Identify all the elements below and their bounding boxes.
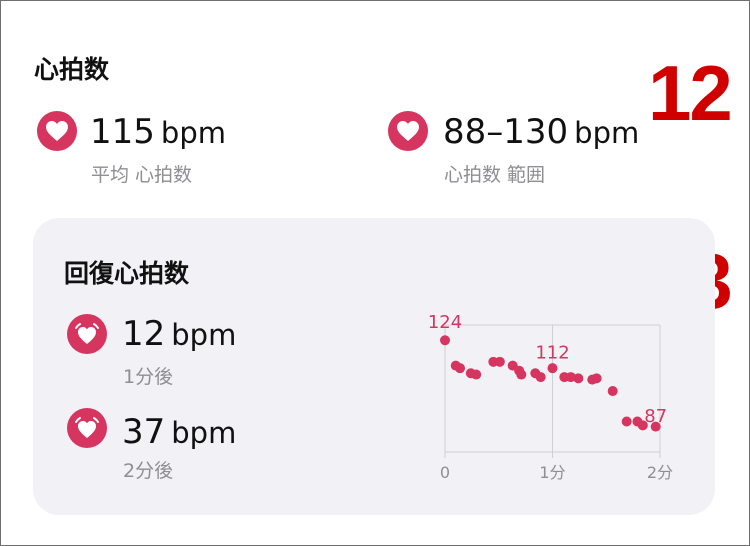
chart-data-label: 112 bbox=[535, 343, 569, 364]
heart-recovery-icon bbox=[67, 314, 107, 354]
heart-rate-range-icon-wrap bbox=[388, 111, 428, 151]
recovery-2min-value: 37 bpm bbox=[122, 412, 236, 452]
recovery-1min-icon-wrap bbox=[67, 314, 107, 354]
chart-x-tick-label: 1分 bbox=[539, 463, 565, 482]
recovery-heart-rate-title: 回復心拍数 bbox=[64, 259, 190, 288]
heart-recovery-icon bbox=[67, 408, 107, 448]
heart-rate-range-unit: bpm bbox=[574, 116, 640, 150]
recovery-1min-unit: bpm bbox=[171, 318, 237, 352]
recovery-1min-number: 12 bbox=[122, 314, 166, 354]
chart-point bbox=[607, 386, 618, 397]
recovery-1min-value: 12 bpm bbox=[122, 314, 236, 354]
average-heart-rate-number: 115 bbox=[90, 112, 155, 152]
chart-x-tick-label: 2分 bbox=[647, 463, 673, 482]
recovery-scatter-chart: 0 1分 2分 124 112 87 bbox=[428, 312, 673, 482]
average-heart-rate-icon-wrap bbox=[37, 111, 77, 151]
average-heart-rate-label: 平均 心拍数 bbox=[91, 164, 193, 186]
heart-rate-title: 心拍数 bbox=[34, 55, 110, 84]
recovery-1min-label: 1分後 bbox=[123, 366, 174, 388]
chart-point bbox=[471, 369, 482, 380]
recovery-2min-label: 2分後 bbox=[123, 460, 174, 482]
chart-x-tick-label: 0 bbox=[440, 463, 450, 482]
recovery-2min-unit: bpm bbox=[171, 416, 237, 450]
chart-point bbox=[455, 363, 466, 374]
chart-point bbox=[547, 363, 558, 374]
chart-point bbox=[591, 373, 602, 384]
annotation-number-12: 12 bbox=[648, 49, 733, 137]
chart-point bbox=[621, 416, 632, 427]
average-heart-rate-value: 115 bpm bbox=[90, 112, 226, 152]
recovery-2min-number: 37 bbox=[122, 412, 166, 452]
chart-data-label: 87 bbox=[644, 406, 667, 427]
chart-point bbox=[494, 356, 505, 367]
chart-point bbox=[573, 373, 584, 384]
heart-rate-range-label: 心拍数 範囲 bbox=[444, 164, 546, 186]
average-heart-rate-unit: bpm bbox=[160, 116, 226, 150]
chart-point bbox=[440, 335, 450, 346]
heart-rate-range-value: 88–130 bpm bbox=[443, 112, 639, 152]
recovery-2min-icon-wrap bbox=[67, 408, 107, 448]
chart-point bbox=[516, 369, 527, 380]
heart-icon bbox=[388, 111, 428, 151]
chart-x-tick-labels: 0 1分 2分 bbox=[440, 463, 673, 482]
chart-point bbox=[535, 372, 546, 383]
heart-icon bbox=[37, 111, 77, 151]
chart-data-label: 124 bbox=[428, 312, 462, 333]
heart-rate-range-number: 88–130 bbox=[443, 112, 569, 152]
